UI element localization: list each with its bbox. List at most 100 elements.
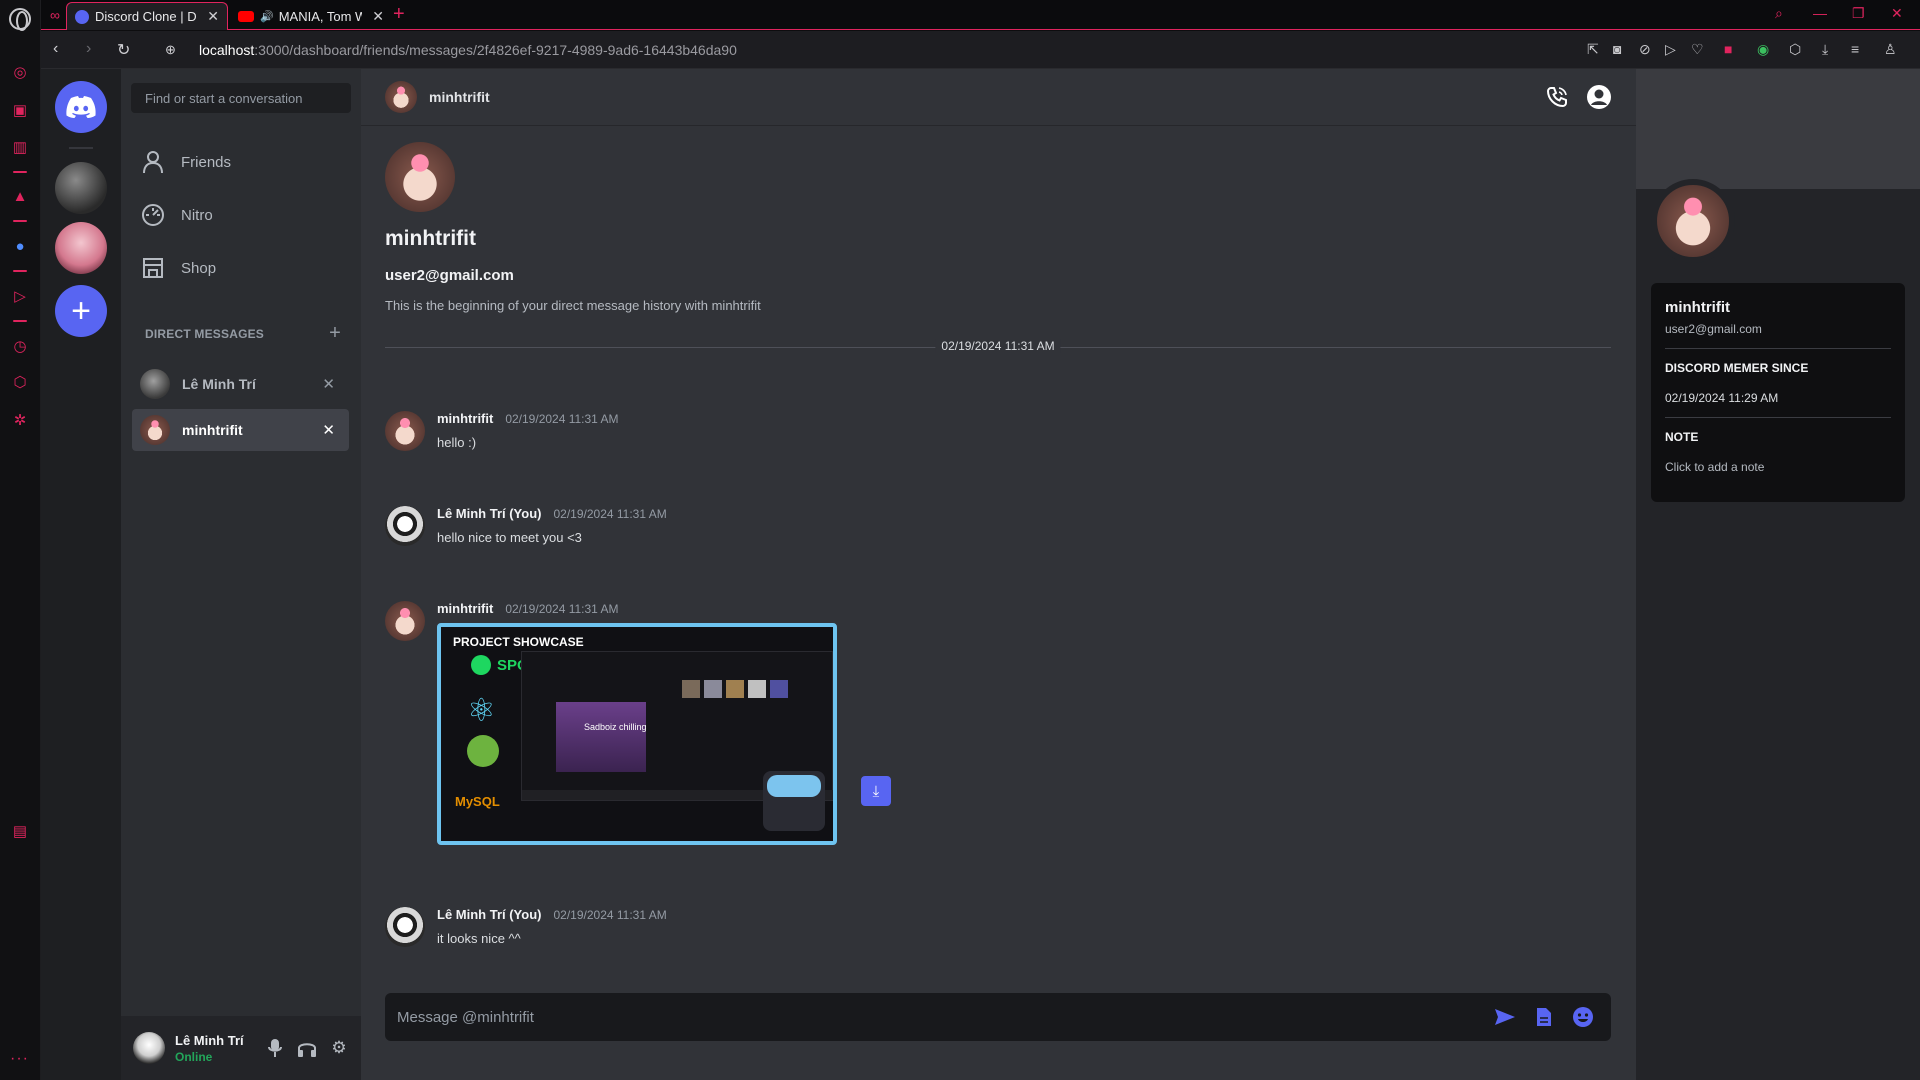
close-tab-icon[interactable]: ✕ — [372, 8, 384, 25]
extension-icon[interactable]: ■ — [1724, 41, 1732, 57]
share-icon[interactable]: ⇱ — [1587, 41, 1599, 58]
minimize-button[interactable]: — — [1813, 5, 1827, 21]
discord-home-button[interactable] — [55, 81, 107, 133]
dm-item-le-minh-tri[interactable]: Lê Minh Trí ✕ — [132, 363, 349, 405]
add-server-button[interactable]: + — [55, 285, 107, 337]
nav-nitro[interactable]: Nitro — [131, 195, 351, 235]
user-info: Lê Minh Trí Online — [175, 1033, 259, 1064]
tab-title: MANIA, Tom Wigley & — [278, 8, 363, 24]
site-info-icon[interactable]: ⊕ — [165, 42, 176, 58]
message-author[interactable]: Lê Minh Trí (You) — [437, 907, 541, 922]
restore-button[interactable]: ❐ — [1852, 5, 1865, 22]
message-timestamp: 02/19/2024 11:31 AM — [553, 507, 667, 521]
send-icon[interactable]: ▷ — [1665, 41, 1676, 58]
history-icon[interactable]: ◷ — [10, 336, 30, 356]
download-attachment-button[interactable]: ⤓ — [861, 776, 891, 806]
dm-sidebar: Find or start a conversation Friends Nit… — [121, 69, 361, 1080]
note-input[interactable]: Click to add a note — [1665, 460, 1891, 474]
note-label: NOTE — [1665, 430, 1699, 444]
server-avatar[interactable] — [55, 222, 107, 274]
headphones-icon[interactable] — [291, 1032, 323, 1064]
message-author[interactable]: minhtrifit — [437, 601, 493, 616]
nav-friends[interactable]: Friends — [131, 142, 351, 182]
message-avatar[interactable] — [385, 411, 425, 451]
server-list: + — [41, 69, 121, 1080]
extensions-icon[interactable]: ⬡ — [10, 372, 30, 392]
search-tabs-icon[interactable]: ⌕ — [1775, 5, 1783, 22]
message-author[interactable]: minhtrifit — [437, 411, 493, 426]
date-divider: 02/19/2024 11:31 AM — [385, 339, 1611, 353]
send-icon[interactable] — [1489, 1001, 1521, 1033]
profile-email: user2@gmail.com — [1665, 322, 1762, 336]
message-meta: Lê Minh Trí (You) 02/19/2024 11:31 AM — [437, 506, 667, 521]
chat-title: minhtrifit — [429, 89, 490, 105]
messenger-icon[interactable]: ● — [10, 236, 30, 256]
user-avatar[interactable] — [133, 1032, 165, 1064]
image-attachment[interactable]: PROJECT SHOWCASE SPOTIFY CLONE ⚛ MySQL S… — [437, 623, 837, 845]
message-avatar[interactable] — [385, 506, 425, 546]
file-upload-icon[interactable] — [1528, 1001, 1560, 1033]
message-avatar[interactable] — [385, 907, 425, 947]
heart-icon[interactable]: ♡ — [1691, 41, 1704, 58]
avatar — [140, 369, 170, 399]
header-avatar — [385, 81, 417, 113]
gallery-icon[interactable]: ▤ — [10, 821, 30, 841]
nav-label: Shop — [181, 259, 217, 277]
conversation-search[interactable]: Find or start a conversation — [131, 83, 351, 113]
tab-title: Discord Clone | Direct Mes — [95, 9, 197, 24]
close-tab-icon[interactable]: ✕ — [207, 8, 219, 25]
message-text: it looks nice ^^ — [437, 931, 521, 946]
player-icon[interactable]: ▷ — [10, 286, 30, 306]
intro-email: user2@gmail.com — [385, 267, 514, 284]
adblock-icon[interactable]: ⊘ — [1639, 41, 1651, 58]
url-field[interactable]: localhost:3000/dashboard/friends/message… — [199, 42, 737, 58]
voice-call-icon[interactable] — [1544, 84, 1570, 110]
cube-icon[interactable]: ⬡ — [1789, 41, 1801, 58]
download-icon[interactable]: ⤓ — [1822, 41, 1828, 58]
shopping-icon[interactable]: ▣ — [10, 100, 30, 120]
rail-separator — [13, 270, 27, 272]
message-avatar[interactable] — [385, 601, 425, 641]
user-panel: Lê Minh Trí Online ⚙ — [121, 1016, 361, 1080]
nav-label: Nitro — [181, 206, 213, 224]
address-bar: ‹ › ↻ ⊕ localhost:3000/dashboard/friends… — [41, 31, 1920, 69]
create-dm-icon[interactable]: + — [329, 323, 341, 343]
reload-button[interactable]: ↻ — [117, 40, 130, 60]
close-dm-icon[interactable]: ✕ — [322, 421, 335, 439]
dm-item-minhtrifit[interactable]: minhtrifit ✕ — [132, 409, 349, 451]
url-host: localhost — [199, 42, 255, 58]
tab-youtube[interactable]: 🔊 MANIA, Tom Wigley & ✕ — [230, 2, 392, 30]
back-button[interactable]: ‹ — [53, 40, 58, 58]
microphone-icon[interactable] — [259, 1032, 291, 1064]
opera-logo-icon[interactable] — [9, 8, 31, 31]
avatar — [140, 415, 170, 445]
emoji-icon[interactable] — [1567, 1001, 1599, 1033]
vpn-icon[interactable]: ◉ — [1757, 41, 1769, 58]
spotify-logo-icon — [471, 655, 491, 675]
nav-shop[interactable]: Shop — [131, 248, 351, 288]
user-profile-icon[interactable] — [1586, 84, 1612, 110]
easy-setup-icon[interactable]: ≡ — [1851, 41, 1859, 57]
youtube-favicon-icon — [238, 10, 254, 22]
new-tab-button[interactable]: + — [393, 3, 405, 26]
more-icon[interactable]: ··· — [10, 1050, 29, 1068]
playlist-caption: Sadboiz chilling — [584, 722, 647, 732]
wallet-icon[interactable]: ▥ — [10, 137, 30, 157]
forward-button[interactable]: › — [86, 40, 91, 58]
user-settings-gear-icon[interactable]: ⚙ — [323, 1032, 355, 1064]
settings-icon[interactable]: ✲ — [10, 410, 30, 430]
profile-name: minhtrifit — [1665, 299, 1730, 316]
tab-discord-clone[interactable]: Discord Clone | Direct Mes ✕ — [66, 2, 228, 30]
tab-islands-icon[interactable]: ∞ — [50, 7, 60, 23]
profile-icon[interactable]: ♙ — [1884, 41, 1897, 58]
server-avatar[interactable] — [55, 162, 107, 214]
speed-dial-icon[interactable]: ◎ — [10, 62, 30, 82]
message-input[interactable] — [385, 993, 1489, 1041]
aria-icon[interactable]: ▲ — [10, 186, 30, 206]
member-since-label: DISCORD MEMER SINCE — [1665, 361, 1809, 375]
speaker-icon[interactable]: 🔊 — [260, 10, 274, 23]
message-author[interactable]: Lê Minh Trí (You) — [437, 506, 541, 521]
close-dm-icon[interactable]: ✕ — [322, 375, 335, 393]
snapshot-icon[interactable]: ◙ — [1613, 41, 1621, 57]
close-window-button[interactable]: ✕ — [1891, 5, 1903, 22]
